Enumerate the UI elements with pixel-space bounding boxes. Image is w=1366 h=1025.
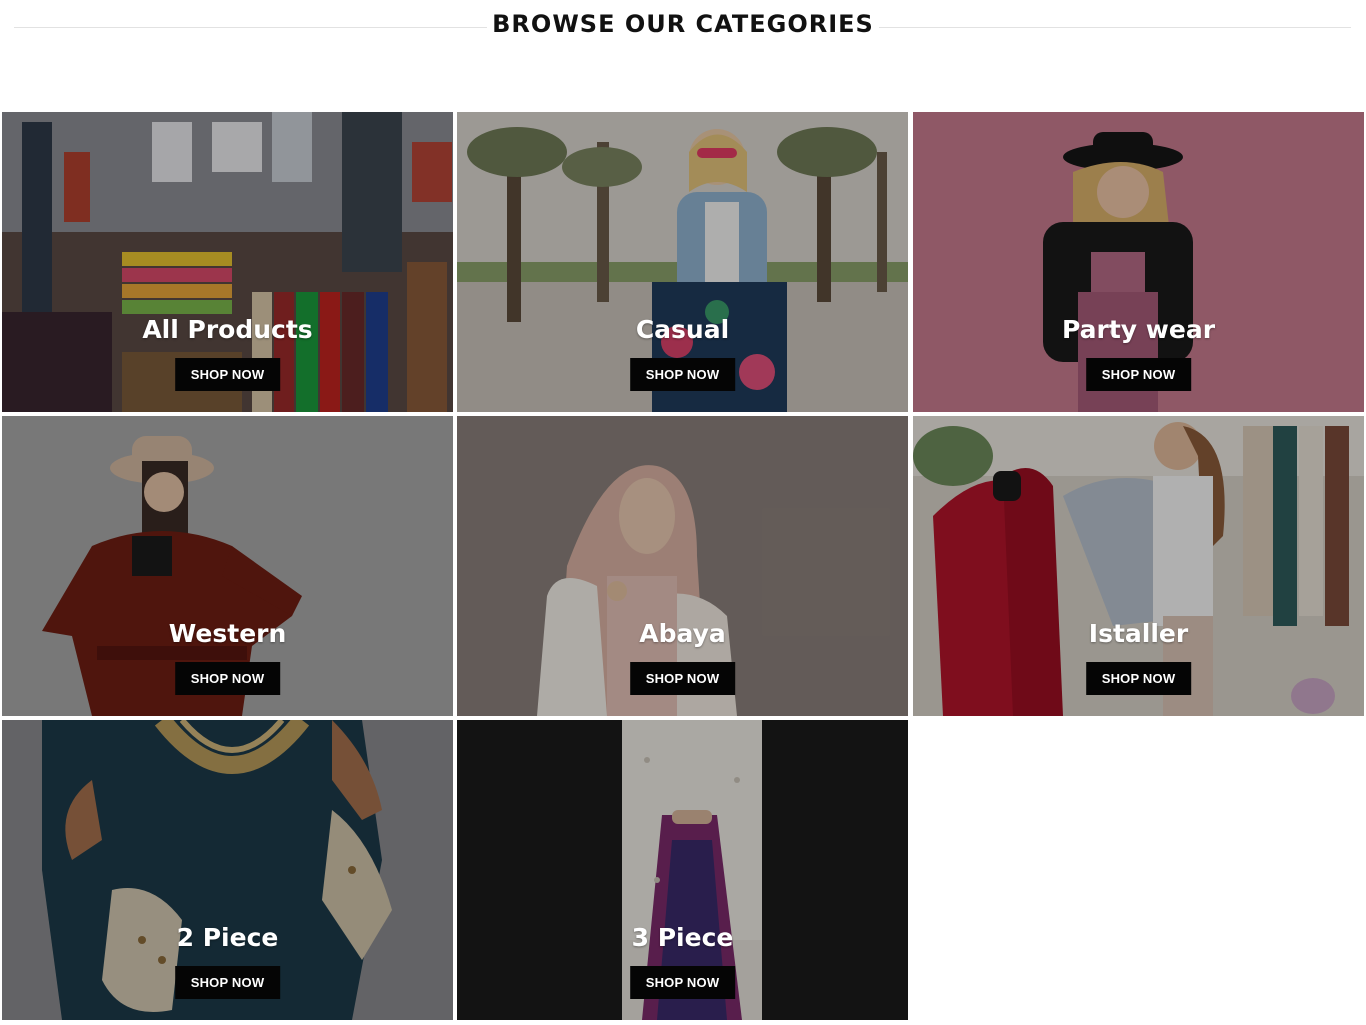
category-tile-western[interactable]: Western SHOP NOW — [2, 416, 453, 716]
header-divider-left — [14, 27, 487, 28]
category-title: Western — [168, 619, 287, 648]
category-tile-istaller[interactable]: Istaller SHOP NOW — [913, 416, 1364, 716]
category-title: Abaya — [639, 619, 726, 648]
section-title: BROWSE OUR CATEGORIES — [492, 10, 874, 38]
category-title: Party wear — [1061, 315, 1216, 344]
category-tile-2-piece[interactable]: 2 Piece SHOP NOW — [2, 720, 453, 1020]
category-tile-casual[interactable]: Casual SHOP NOW — [457, 112, 908, 412]
shop-now-button[interactable]: SHOP NOW — [1085, 662, 1192, 695]
section-header: BROWSE OUR CATEGORIES — [0, 0, 1366, 56]
category-title: 3 Piece — [631, 923, 734, 952]
category-title: Casual — [635, 315, 730, 344]
category-title: Istaller — [1088, 619, 1189, 648]
shop-now-button[interactable]: SHOP NOW — [1085, 358, 1192, 391]
category-title: All Products — [142, 315, 313, 344]
shop-now-button[interactable]: SHOP NOW — [629, 662, 736, 695]
shop-now-button[interactable]: SHOP NOW — [629, 966, 736, 999]
category-tile-party-wear[interactable]: Party wear SHOP NOW — [913, 112, 1364, 412]
category-tile-abaya[interactable]: Abaya SHOP NOW — [457, 416, 908, 716]
category-tile-3-piece[interactable]: 3 Piece SHOP NOW — [457, 720, 908, 1020]
category-tile-all-products[interactable]: All Products SHOP NOW — [2, 112, 453, 412]
header-divider-right — [879, 27, 1351, 28]
shop-now-button[interactable]: SHOP NOW — [174, 966, 281, 999]
shop-now-button[interactable]: SHOP NOW — [174, 662, 281, 695]
shop-now-button[interactable]: SHOP NOW — [174, 358, 281, 391]
category-title: 2 Piece — [176, 923, 279, 952]
shop-now-button[interactable]: SHOP NOW — [629, 358, 736, 391]
